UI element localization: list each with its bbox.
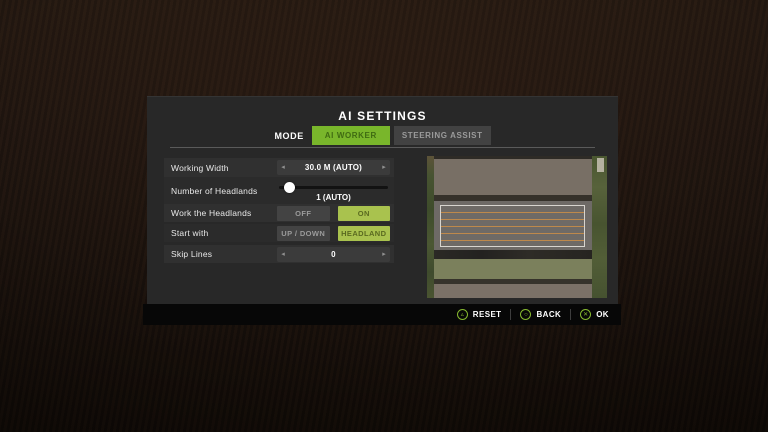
stepper-left-icon[interactable]: ◂ (277, 247, 289, 262)
start-with-option-headland[interactable]: HEADLAND (338, 226, 391, 241)
ai-settings-dialog: AI SETTINGS MODE AI WORKER STEERING ASSI… (147, 96, 618, 305)
footer-action-bar: ▵ RESET ○ BACK ✕ OK (143, 304, 621, 325)
ps-triangle-icon: ▵ (457, 309, 468, 320)
working-width-value: 30.0 M (AUTO) (289, 163, 378, 172)
ps-circle-icon: ○ (520, 309, 531, 320)
skip-lines-label: Skip Lines (164, 249, 277, 259)
ps-cross-icon: ✕ (580, 309, 591, 320)
settings-column: Working Width ◂ 30.0 M (AUTO) ▸ Number o… (164, 158, 394, 263)
mode-tab-row: MODE AI WORKER STEERING ASSIST (147, 126, 618, 145)
preview-field-strip-bottom (434, 284, 592, 298)
setting-row-headlands-count: Number of Headlands 1 (AUTO) (164, 177, 394, 204)
slider-track[interactable] (279, 186, 388, 189)
skip-lines-stepper[interactable]: ◂ 0 ▸ (277, 247, 390, 262)
footer-divider (510, 309, 511, 320)
setting-row-work-headlands: Work the Headlands OFF ON (164, 204, 394, 222)
preview-vegetation-right (592, 156, 607, 298)
preview-selected-field (434, 201, 592, 250)
stepper-left-icon[interactable]: ◂ (277, 160, 289, 175)
headlands-count-control: 1 (AUTO) (277, 177, 390, 202)
start-with-label: Start with (164, 228, 277, 238)
preview-road (434, 250, 592, 259)
back-button-label: BACK (536, 310, 561, 319)
dialog-title: AI SETTINGS (147, 109, 618, 123)
working-width-stepper[interactable]: ◂ 30.0 M (AUTO) ▸ (277, 160, 390, 175)
start-with-option-updown[interactable]: UP / DOWN (277, 226, 330, 241)
reset-button[interactable]: ▵ RESET (457, 309, 502, 320)
back-button[interactable]: ○ BACK (520, 309, 561, 320)
preview-work-area-outline (440, 205, 585, 247)
preview-field-strip-top (434, 159, 592, 195)
headlands-slider[interactable] (277, 181, 390, 193)
tab-steering-assist[interactable]: STEERING ASSIST (394, 126, 491, 145)
preview-vegetation-left (427, 156, 434, 298)
mode-label: MODE (274, 131, 303, 141)
work-headlands-label: Work the Headlands (164, 208, 277, 218)
work-headlands-option-on[interactable]: ON (338, 206, 391, 221)
work-headlands-option-off[interactable]: OFF (277, 206, 330, 221)
headlands-count-label: Number of Headlands (164, 186, 277, 196)
start-with-toggle: UP / DOWN HEADLAND (277, 226, 390, 241)
field-preview-map (427, 156, 607, 298)
preview-light-patch (597, 158, 604, 172)
reset-button-label: RESET (473, 310, 502, 319)
setting-row-start-with: Start with UP / DOWN HEADLAND (164, 224, 394, 242)
footer-divider (570, 309, 571, 320)
tab-ai-worker[interactable]: AI WORKER (312, 126, 390, 145)
stepper-right-icon[interactable]: ▸ (378, 247, 390, 262)
preview-field-strip-green (434, 259, 592, 279)
setting-row-skip-lines: Skip Lines ◂ 0 ▸ (164, 245, 394, 263)
ok-button-label: OK (596, 310, 609, 319)
slider-knob[interactable] (284, 182, 295, 193)
stepper-right-icon[interactable]: ▸ (378, 160, 390, 175)
skip-lines-value: 0 (289, 250, 378, 259)
working-width-label: Working Width (164, 163, 277, 173)
headlands-count-value: 1 (AUTO) (277, 193, 390, 202)
setting-row-working-width: Working Width ◂ 30.0 M (AUTO) ▸ (164, 158, 394, 177)
work-headlands-toggle: OFF ON (277, 206, 390, 221)
header-divider (170, 147, 595, 148)
game-screen: AI SETTINGS MODE AI WORKER STEERING ASSI… (0, 0, 768, 432)
ok-button[interactable]: ✕ OK (580, 309, 609, 320)
